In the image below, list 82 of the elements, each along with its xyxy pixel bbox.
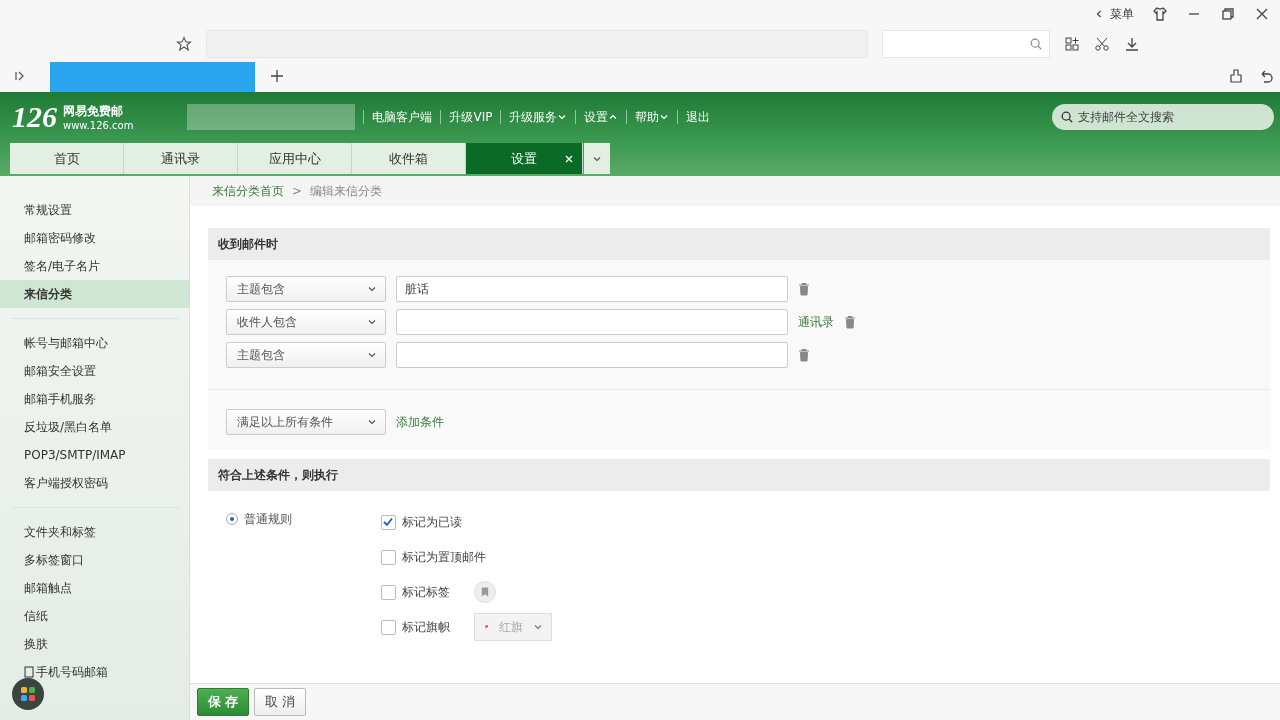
nav-link[interactable]: 帮助 bbox=[635, 108, 670, 126]
match-select[interactable]: 满足以上所有条件 bbox=[226, 409, 386, 435]
nav-tab[interactable]: 收件箱 bbox=[352, 143, 466, 174]
sidebar-item[interactable]: 多标签窗口 bbox=[0, 546, 189, 574]
close-icon[interactable] bbox=[564, 154, 574, 164]
action-label: 标记为置顶邮件 bbox=[402, 548, 486, 566]
sidebar-item[interactable]: 邮箱安全设置 bbox=[0, 357, 189, 385]
checkbox[interactable] bbox=[381, 619, 396, 635]
sidebar-item[interactable]: 邮箱密码修改 bbox=[0, 224, 189, 252]
chevron-icon bbox=[1094, 9, 1104, 19]
mail-search-field[interactable]: 支持邮件全文搜索 bbox=[1052, 104, 1274, 130]
condition-select[interactable]: 主题包含 bbox=[226, 276, 386, 302]
caret-icon bbox=[367, 417, 377, 427]
close-icon[interactable] bbox=[1254, 6, 1270, 22]
add-condition-link[interactable]: 添加条件 bbox=[396, 413, 444, 431]
sidebar-item[interactable]: 反垃圾/黑白名单 bbox=[0, 413, 189, 441]
caret-icon bbox=[367, 350, 377, 360]
sidebar-item[interactable]: 客户端授权密码 bbox=[0, 469, 189, 497]
trash-icon[interactable] bbox=[844, 315, 856, 329]
nav-tab[interactable]: 设置 bbox=[466, 143, 583, 174]
checkbox[interactable] bbox=[381, 584, 396, 600]
condition-select[interactable]: 收件人包含 bbox=[226, 309, 386, 335]
check-icon bbox=[382, 515, 394, 528]
sidebar-item[interactable]: 信纸 bbox=[0, 602, 189, 630]
breadcrumb-link[interactable]: 来信分类首页 bbox=[212, 182, 284, 200]
sidebar-item[interactable]: 来信分类 bbox=[0, 280, 189, 308]
checkbox[interactable] bbox=[381, 514, 396, 530]
breadcrumb-separator: > bbox=[292, 184, 303, 198]
brand-name: 网易免费邮 bbox=[63, 103, 124, 120]
section-header: 收到邮件时 bbox=[208, 228, 1270, 260]
condition-select[interactable]: 主题包含 bbox=[226, 342, 386, 368]
condition-input[interactable]: 脏话 bbox=[396, 276, 788, 302]
caret-icon bbox=[533, 622, 543, 632]
sidebar-item[interactable]: 签名/电子名片 bbox=[0, 252, 189, 280]
scissors-icon[interactable] bbox=[1094, 36, 1110, 52]
logo-number: 126 bbox=[12, 100, 57, 134]
nav-tab[interactable]: 首页 bbox=[10, 143, 124, 174]
star-icon[interactable] bbox=[176, 36, 192, 52]
new-tab-icon[interactable] bbox=[269, 68, 285, 84]
caret-icon bbox=[367, 317, 377, 327]
bookmark-button[interactable] bbox=[474, 581, 496, 603]
shirt-icon[interactable] bbox=[1152, 6, 1168, 22]
trash-icon[interactable] bbox=[798, 348, 810, 362]
condition-input[interactable] bbox=[396, 342, 788, 368]
sidebar-item[interactable]: 常规设置 bbox=[0, 196, 189, 224]
browser-search-field[interactable] bbox=[882, 30, 1050, 58]
nav-tab[interactable]: 通讯录 bbox=[124, 143, 238, 174]
action-label: 标记标签 bbox=[402, 583, 451, 601]
brand-domain: www.126.com bbox=[63, 120, 134, 131]
sidebar-item[interactable]: 帐号与邮箱中心 bbox=[0, 329, 189, 357]
section-header: 符合上述条件，则执行 bbox=[208, 459, 1270, 491]
download-icon[interactable] bbox=[1124, 36, 1140, 52]
action-label: 标记旗帜 bbox=[402, 618, 451, 636]
nav-tab[interactable]: 应用中心 bbox=[238, 143, 352, 174]
caret-icon bbox=[367, 284, 377, 294]
sidebar-item[interactable]: 换肤 bbox=[0, 630, 189, 658]
breadcrumb-current: 编辑来信分类 bbox=[310, 182, 383, 200]
search-icon bbox=[1029, 37, 1043, 51]
nav-link[interactable]: 升级服务 bbox=[509, 108, 568, 126]
cancel-button[interactable]: 取 消 bbox=[254, 688, 306, 716]
sidebar-item[interactable]: POP3/SMTP/IMAP bbox=[0, 441, 189, 469]
sidebar-item[interactable]: 邮箱手机服务 bbox=[0, 385, 189, 413]
nav-link[interactable]: 电脑客户端 bbox=[372, 108, 433, 126]
nav-link[interactable]: 退出 bbox=[686, 108, 711, 126]
sidebar-item[interactable]: 邮箱触点 bbox=[0, 574, 189, 602]
trash-icon[interactable] bbox=[798, 282, 810, 296]
menu-button[interactable]: 菜单 bbox=[1094, 5, 1134, 23]
sidebar-item[interactable]: 手机号码邮箱 bbox=[0, 658, 189, 686]
radio-button[interactable] bbox=[226, 513, 238, 525]
apps-button[interactable] bbox=[12, 678, 44, 710]
phone-icon bbox=[24, 666, 34, 678]
rule-radio[interactable]: 普通规则 bbox=[226, 511, 381, 527]
nav-link[interactable]: 设置 bbox=[584, 108, 619, 126]
restore-icon[interactable] bbox=[1220, 6, 1236, 22]
contacts-link[interactable]: 通讯录 bbox=[798, 313, 834, 331]
search-icon bbox=[1060, 110, 1074, 124]
condition-input[interactable] bbox=[396, 309, 788, 335]
action-label: 标记为已读 bbox=[402, 513, 463, 531]
apps-icon[interactable] bbox=[1064, 36, 1080, 52]
checkbox[interactable] bbox=[381, 549, 396, 565]
sidebar-item[interactable]: 文件夹和标签 bbox=[0, 518, 189, 546]
nav-link[interactable]: 升级VIP bbox=[449, 108, 493, 126]
